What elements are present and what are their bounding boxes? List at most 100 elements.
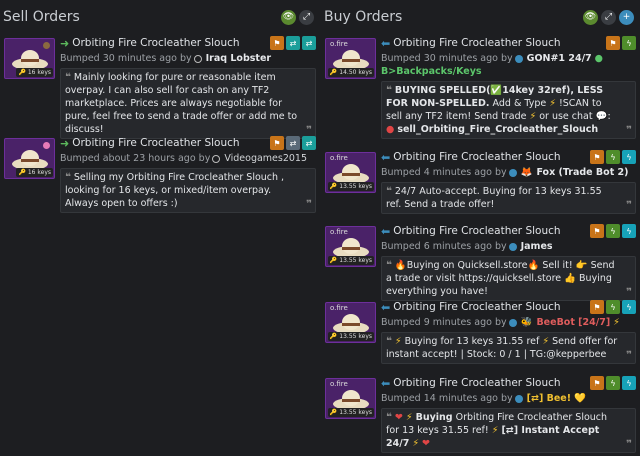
price-tag: 🔑 16 keys xyxy=(16,68,53,77)
bee-icon: 🐝 xyxy=(520,317,533,328)
bump-text: Bumped 6 minutes ago by xyxy=(381,241,507,252)
price-tag: 🔑 16 keys xyxy=(16,168,53,177)
heart-icon: ❤ xyxy=(394,412,403,423)
buy-listing: o.fire 🔑 13.55 keys ⬅ Orbiting Fire Croc… xyxy=(321,300,640,366)
expand-icon[interactable]: ⤢ xyxy=(299,9,314,25)
trade-icon[interactable]: ⇄ xyxy=(286,36,300,50)
expand-icon[interactable]: ⤢ xyxy=(601,9,616,25)
trade-icon[interactable]: ⇄ xyxy=(302,36,316,50)
flag-icon[interactable]: ⚑ xyxy=(590,300,604,314)
item-title[interactable]: Orbiting Fire Crocleather Slouch xyxy=(393,301,590,313)
flag-icon[interactable]: ⚑ xyxy=(606,36,620,50)
lightning-icon: ⚡ xyxy=(412,438,420,449)
flag-icon[interactable]: ⚑ xyxy=(590,150,604,164)
trade-icon[interactable]: ⇄ xyxy=(286,136,300,150)
comment-text: Add & Type xyxy=(492,98,547,109)
bump-text: Bumped 9 minutes ago by xyxy=(381,317,507,328)
user-link[interactable]: Fox (Trade Bot 2) xyxy=(536,167,628,178)
user-link[interactable]: [⇄] Bee! xyxy=(527,393,571,404)
lightning-icon[interactable]: ϟ xyxy=(606,224,620,238)
lightning-icon[interactable]: ϟ xyxy=(622,224,636,238)
lightning-icon: ⚡ xyxy=(529,111,537,122)
sell-arrow-icon: ➜ xyxy=(60,136,70,150)
user-link[interactable]: James xyxy=(521,241,553,252)
item-card[interactable]: o.fire 🔑 13.55 keys xyxy=(325,152,376,193)
comment-text: Selling my Orbiting Fire Crocleather Slo… xyxy=(65,172,285,209)
quote-open-icon: ❝ xyxy=(65,72,71,83)
item-card[interactable]: o.fire 🔑 13.55 keys xyxy=(325,302,376,343)
buy-arrow-icon: ⬅ xyxy=(381,224,391,238)
price-tag: 🔑 14.50 keys xyxy=(327,68,374,77)
flag-icon[interactable]: ⚑ xyxy=(270,36,284,50)
offline-status-icon xyxy=(193,54,202,63)
bump-info: Bumped 14 minutes ago by [⇄] Bee! 💛 xyxy=(381,392,636,405)
point-icon: 👉 xyxy=(575,260,588,271)
item-card[interactable]: 🔑 16 keys xyxy=(4,138,55,179)
fox-icon: 🦊 xyxy=(520,167,533,178)
comment-text: or use chat xyxy=(539,111,593,122)
lightning-icon: ⚡ xyxy=(613,317,620,328)
buy-listing: o.fire 🔑 13.55 keys ⬅ Orbiting Fire Croc… xyxy=(321,224,640,301)
sell-listing: 🔑 16 keys ➜ Orbiting Fire Crocleather Sl… xyxy=(0,136,320,213)
quote-open-icon: ❝ xyxy=(386,412,392,423)
flag-icon[interactable]: ⚑ xyxy=(270,136,284,150)
chat-icon: 💬 xyxy=(595,111,608,122)
comment-text: Sell it! xyxy=(542,260,573,271)
buy-orders-header: Buy Orders 👁 ⤢ + xyxy=(321,0,640,34)
item-title[interactable]: Orbiting Fire Crocleather Slouch xyxy=(393,151,590,163)
item-card[interactable]: o.fire 🔑 13.55 keys xyxy=(325,378,376,419)
item-card[interactable]: 🔑 16 keys xyxy=(4,38,55,79)
heart-icon: ❤ xyxy=(422,438,431,449)
item-card[interactable]: o.fire 🔑 14.50 keys xyxy=(325,38,376,79)
quote-close-icon: ❞ xyxy=(626,287,632,298)
lightning-icon[interactable]: ϟ xyxy=(606,150,620,164)
item-title[interactable]: Orbiting Fire Crocleather Slouch xyxy=(72,37,270,49)
buy-orders-column: Buy Orders 👁 ⤢ + o.fire 🔑 14.50 keys ⬅ O… xyxy=(321,0,640,453)
buy-arrow-icon: ⬅ xyxy=(381,150,391,164)
bump-info: Bumped 6 minutes ago by James xyxy=(381,240,636,253)
lightning-icon[interactable]: ϟ xyxy=(606,300,620,314)
quote-close-icon: ❞ xyxy=(626,200,632,211)
plus-icon[interactable]: + xyxy=(619,9,634,25)
listing-comment: ❝ 24/7 Auto-accept. Buying for 13 keys 31… xyxy=(381,182,636,214)
bump-info: Bumped about 23 hours ago by Videogames2… xyxy=(60,152,316,165)
flag-icon[interactable]: ⚑ xyxy=(590,376,604,390)
comment-text: sell_Orbiting_Fire_Crocleather_Slouch xyxy=(397,124,599,135)
eye-icon[interactable]: 👁 xyxy=(281,9,296,25)
buy-listing: o.fire 🔑 13.55 keys ⬅ Orbiting Fire Croc… xyxy=(321,376,640,453)
user-link[interactable]: GON#1 24/7 xyxy=(527,53,592,64)
lightning-icon[interactable]: ϟ xyxy=(622,36,636,50)
buy-listing: o.fire 🔑 13.55 keys ⬅ Orbiting Fire Croc… xyxy=(321,150,640,214)
item-card[interactable]: o.fire 🔑 13.55 keys xyxy=(325,226,376,267)
lightning-icon[interactable]: ϟ xyxy=(606,376,620,390)
bump-text: Bumped 30 minutes ago by xyxy=(60,53,192,64)
item-title[interactable]: Orbiting Fire Crocleather Slouch xyxy=(393,37,606,49)
lightning-icon[interactable]: ϟ xyxy=(622,376,636,390)
sell-orders-column: Sell Orders 👁 ⤢ 🔑 16 keys ➜ Orbiting Fir… xyxy=(0,0,320,213)
sell-orders-header: Sell Orders 👁 ⤢ xyxy=(0,0,320,34)
user-link[interactable]: Iraq Lobster xyxy=(206,53,271,64)
lightning-icon[interactable]: ϟ xyxy=(622,150,636,164)
bump-info: Bumped 30 minutes ago by GON#1 24/7 ● xyxy=(381,52,636,65)
eye-icon[interactable]: 👁 xyxy=(583,9,598,25)
online-status-icon xyxy=(508,242,517,251)
buy-arrow-icon: ⬅ xyxy=(381,36,391,50)
item-title[interactable]: Orbiting Fire Crocleather Slouch xyxy=(72,137,270,149)
check-icon: ● xyxy=(594,53,603,64)
comment-text: Mainly looking for pure or reasonable it… xyxy=(65,72,298,135)
comment-text: Buying on Quicksell.store xyxy=(406,260,528,271)
buy-arrow-icon: ⬅ xyxy=(381,376,391,390)
trade-icon[interactable]: ⇄ xyxy=(302,136,316,150)
item-title[interactable]: Orbiting Fire Crocleather Slouch xyxy=(393,225,590,237)
item-title[interactable]: Orbiting Fire Crocleather Slouch xyxy=(393,377,590,389)
lightning-icon[interactable]: ϟ xyxy=(622,300,636,314)
listing-comment: ❝ Selling my Orbiting Fire Crocleather Sl… xyxy=(60,168,316,213)
online-status-icon xyxy=(514,54,523,63)
listing-comment: ❝ BUYING SPELLED(✅14key 32ref), LESS FOR … xyxy=(381,81,636,139)
buy-arrow-icon: ⬅ xyxy=(381,300,391,314)
user-link[interactable]: BeeBot [24/7] xyxy=(536,317,610,328)
flag-icon[interactable]: ⚑ xyxy=(590,224,604,238)
lightning-icon: ⚡ xyxy=(405,412,413,423)
comment-text: 24/7 Auto-accept. Buying for 13 keys 31.… xyxy=(386,186,602,210)
user-link[interactable]: Videogames2015 xyxy=(224,153,307,164)
